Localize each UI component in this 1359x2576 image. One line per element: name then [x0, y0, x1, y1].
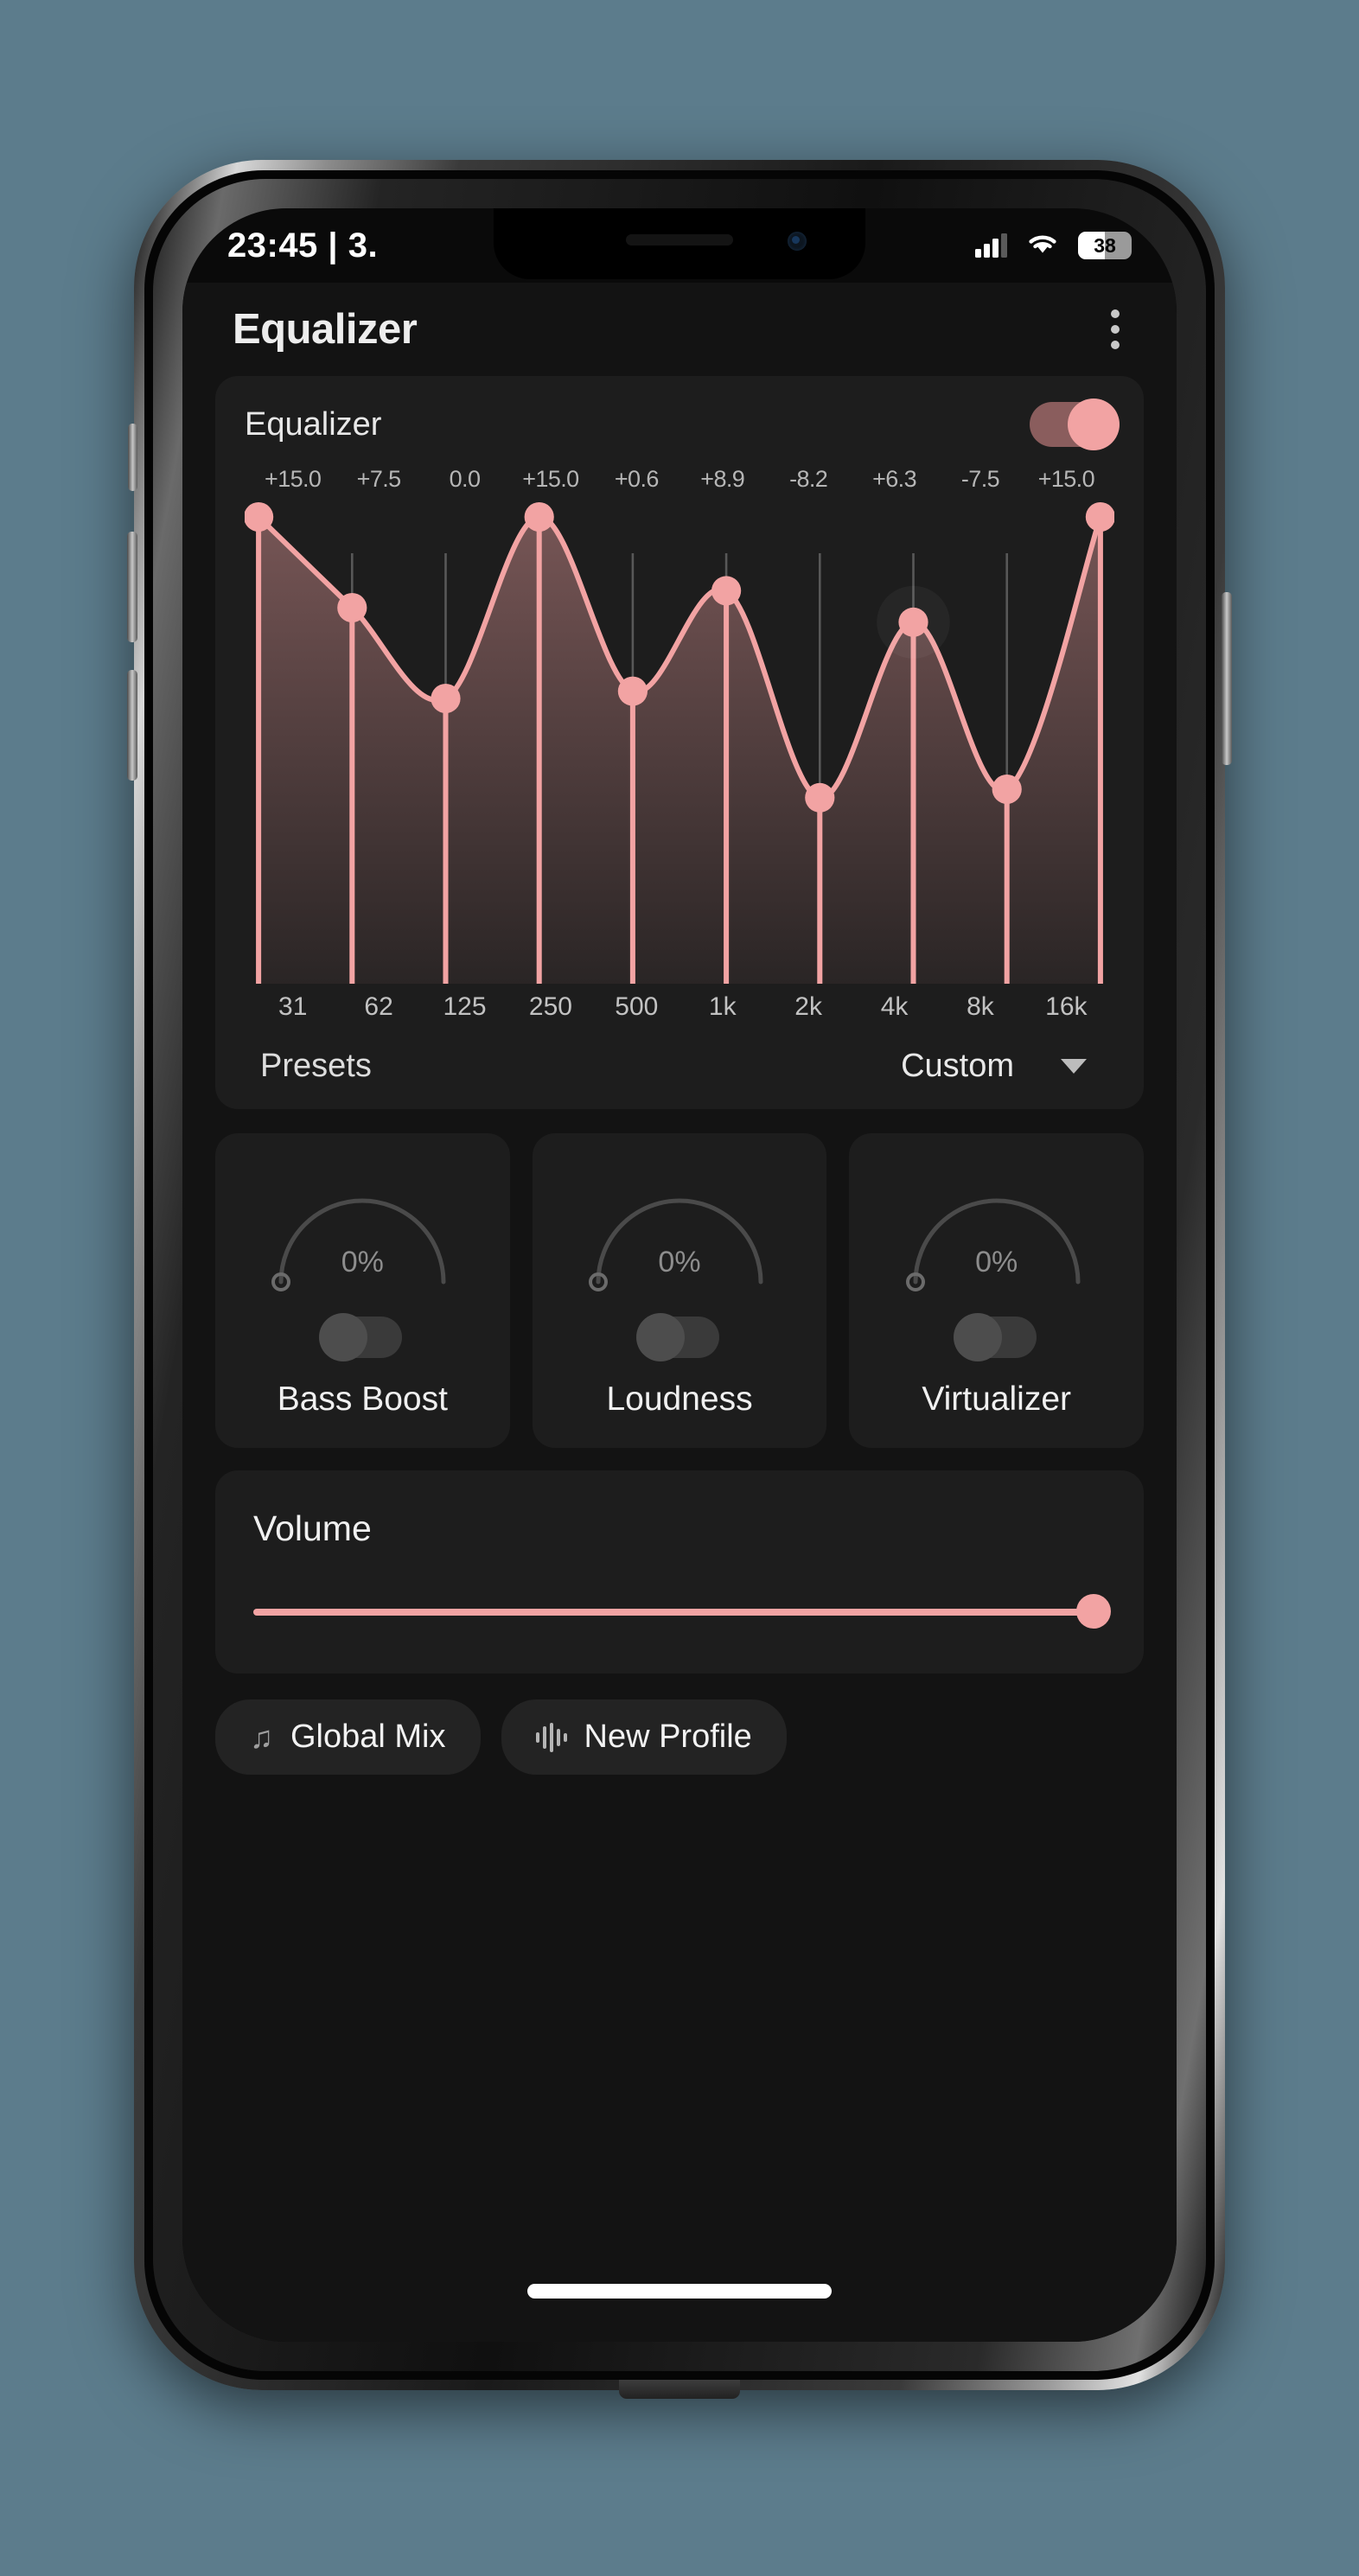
frequency-label: 500	[615, 992, 659, 1021]
battery-percent-label: 38	[1094, 233, 1116, 257]
band-gain-value: +7.5	[356, 466, 402, 492]
preset-dropdown[interactable]: Custom	[901, 1048, 1099, 1085]
bass-boost-percent: 0%	[341, 1246, 384, 1278]
global-mix-chip[interactable]: ♫ Global Mix	[215, 1699, 481, 1775]
toggle-knob	[1068, 399, 1120, 450]
band-knob[interactable]	[245, 502, 274, 532]
band-knob[interactable]	[524, 502, 554, 532]
home-indicator[interactable]	[527, 2284, 832, 2299]
virtualizer-percent: 0%	[975, 1246, 1018, 1278]
global-mix-label: Global Mix	[290, 1718, 446, 1755]
more-vertical-icon[interactable]	[1102, 301, 1128, 358]
toggle-knob	[636, 1313, 685, 1361]
volume-up-button[interactable]	[127, 532, 137, 642]
equalizer-app: Equalizer Equalizer +15.0 +7.5 0.0 +15.0…	[182, 283, 1177, 2342]
equalizer-card: Equalizer +15.0 +7.5 0.0 +15.0 +0.6 +8.9…	[215, 376, 1144, 1109]
app-bar: Equalizer	[182, 283, 1177, 376]
equalizer-curve-svg[interactable]	[245, 500, 1114, 984]
band-knob[interactable]	[711, 576, 742, 606]
bass-boost-toggle[interactable]	[319, 1313, 403, 1361]
preset-selected-value: Custom	[901, 1048, 1014, 1084]
loudness-dial[interactable]: 0%	[579, 1171, 780, 1301]
band-gain-value: -8.2	[789, 466, 828, 492]
effects-row: 0% Bass Boost 0% Loudness 0% Virtualizer	[215, 1133, 1145, 1448]
phone-device-frame: 23:45 | 3. 38 Equalizer Equalizer +15.0 …	[127, 160, 1232, 2399]
toggle-knob	[953, 1313, 1002, 1361]
phone-screen: 23:45 | 3. 38 Equalizer Equalizer +15.0 …	[182, 208, 1177, 2342]
frequency-label: 8k	[967, 992, 994, 1021]
volume-label: Volume	[253, 1508, 372, 1548]
virtualizer-dial[interactable]: 0%	[896, 1171, 1097, 1301]
status-icons: 38	[975, 231, 1132, 260]
band-gain-value: +15.0	[265, 466, 322, 492]
equalizer-bars-icon	[535, 1722, 567, 1752]
frequency-label: 125	[443, 992, 487, 1021]
equalizer-enable-toggle[interactable]	[1030, 399, 1120, 450]
virtualizer-label: Virtualizer	[922, 1380, 1072, 1418]
volume-down-button[interactable]	[127, 670, 137, 781]
virtualizer-toggle[interactable]	[953, 1313, 1037, 1361]
band-gain-value: +0.6	[614, 466, 660, 492]
band-gain-value: +6.3	[872, 466, 917, 492]
frequency-label: 62	[364, 992, 393, 1021]
front-camera-icon	[788, 232, 807, 251]
phone-bezel: 23:45 | 3. 38 Equalizer Equalizer +15.0 …	[153, 179, 1206, 2371]
status-time: 23:45 | 3.	[227, 226, 379, 265]
device-bottom-nub	[619, 2380, 740, 2399]
power-button[interactable]	[1222, 592, 1232, 765]
wifi-icon	[1026, 231, 1059, 260]
equalizer-curve-chart[interactable]	[245, 500, 1114, 984]
frequency-label: 4k	[880, 992, 909, 1021]
band-gain-value: +15.0	[1037, 466, 1095, 492]
loudness-percent: 0%	[658, 1246, 701, 1278]
frequency-label: 31	[278, 992, 308, 1021]
frequency-label: 16k	[1045, 992, 1088, 1021]
volume-slider[interactable]	[253, 1594, 1111, 1629]
band-knob[interactable]	[337, 593, 367, 622]
device-notch	[494, 208, 865, 279]
loudness-label: Loudness	[606, 1380, 753, 1418]
bass-boost-label: Bass Boost	[277, 1380, 448, 1418]
mute-switch-button[interactable]	[128, 424, 137, 491]
frequency-label: 1k	[708, 992, 737, 1021]
presets-row: Presets Custom	[245, 1048, 1114, 1090]
effect-card-bass-boost: 0% Bass Boost	[215, 1133, 510, 1448]
volume-card: Volume	[215, 1470, 1144, 1674]
volume-slider-track[interactable]	[253, 1609, 1106, 1616]
chips-row: ♫ Global Mix New Profile	[215, 1699, 1144, 1775]
earpiece-speaker	[626, 234, 733, 245]
effect-card-virtualizer: 0% Virtualizer	[849, 1133, 1145, 1448]
frequency-label: 2k	[794, 992, 822, 1021]
equalizer-label: Equalizer	[245, 405, 382, 443]
band-gain-values: +15.0 +7.5 0.0 +15.0 +0.6 +8.9 -8.2 +6.3…	[245, 466, 1114, 493]
cellular-signal-icon	[975, 233, 1007, 258]
band-knob[interactable]	[992, 775, 1022, 804]
loudness-toggle[interactable]	[636, 1313, 719, 1361]
page-title: Equalizer	[233, 306, 418, 353]
band-gain-value: +8.9	[700, 466, 745, 492]
presets-label: Presets	[260, 1048, 372, 1084]
effect-card-loudness: 0% Loudness	[532, 1133, 827, 1448]
music-note-icon: ♫	[250, 1718, 273, 1755]
band-knob[interactable]	[898, 607, 928, 637]
toggle-knob	[319, 1313, 368, 1361]
new-profile-chip[interactable]: New Profile	[501, 1699, 787, 1775]
chevron-down-icon	[1061, 1059, 1087, 1074]
band-knob[interactable]	[805, 782, 835, 813]
frequency-label: 250	[528, 992, 572, 1021]
band-gain-value: +15.0	[522, 466, 579, 492]
band-gain-value: -7.5	[960, 466, 1000, 492]
new-profile-label: New Profile	[584, 1718, 752, 1755]
battery-icon: 38	[1078, 232, 1132, 259]
band-knob[interactable]	[1085, 502, 1114, 532]
band-knob[interactable]	[431, 684, 461, 713]
frequency-labels: 31 62 125 250 500 1k 2k 4k 8k 16k	[245, 992, 1114, 1022]
bass-boost-dial[interactable]: 0%	[262, 1171, 463, 1301]
equalizer-card-header: Equalizer	[245, 399, 1120, 450]
band-knob[interactable]	[617, 676, 648, 706]
band-gain-value: 0.0	[449, 466, 481, 492]
volume-slider-thumb[interactable]	[1076, 1594, 1111, 1629]
